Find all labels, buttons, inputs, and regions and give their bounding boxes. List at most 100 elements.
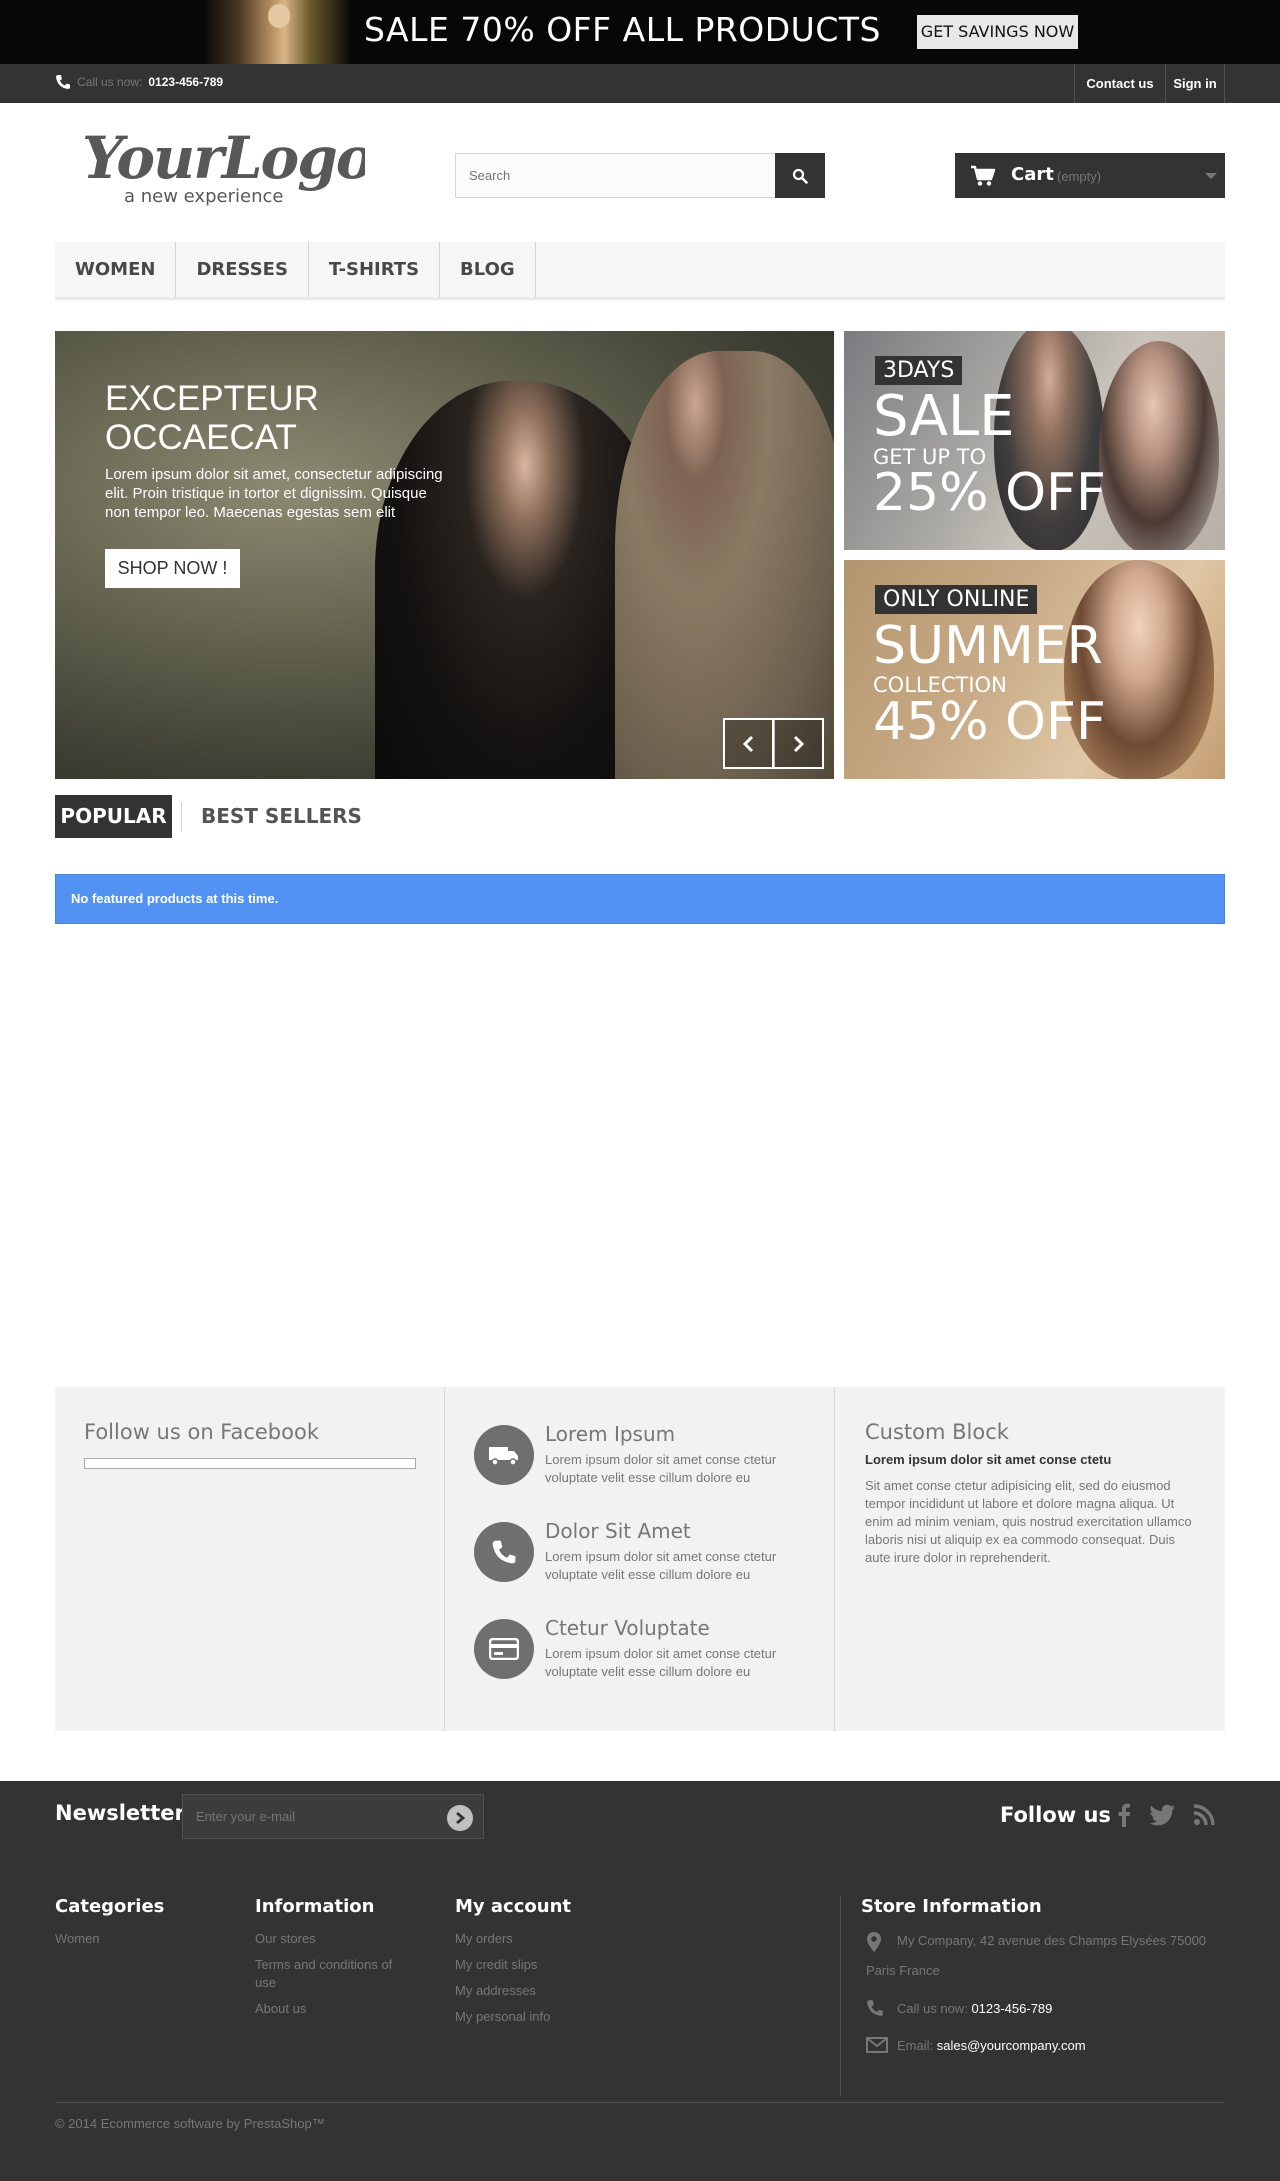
hero-model-man [615, 351, 834, 779]
search-icon [792, 168, 808, 184]
facebook-icon[interactable] [1110, 1801, 1138, 1829]
store-phone-row: Call us now: 0123-456-789 [897, 1994, 1052, 2024]
main-menu: WOMEN DRESSES T-SHIRTS BLOG [55, 242, 1225, 300]
follow-us-label: Follow us [1000, 1803, 1111, 1827]
phone-icon [56, 75, 70, 89]
store-email-row: Email: sales@yourcompany.com [897, 2031, 1086, 2061]
envelope-icon [866, 2037, 888, 2053]
call-us-info: Call us now: 0123-456-789 [55, 74, 223, 90]
footer-link-personal-info[interactable]: My personal info [455, 2008, 550, 2026]
promo-3days-sale[interactable]: 3DAYS SALE GET UP TO 25% OFF [844, 331, 1225, 550]
twitter-icon[interactable] [1149, 1801, 1177, 1829]
store-call-label: Call us now: [897, 2001, 968, 2016]
promo-summer-text: SUMMER [873, 616, 1103, 676]
menu-item-dresses[interactable]: DRESSES [176, 242, 309, 297]
phone-number: 0123-456-789 [148, 75, 224, 89]
tab-best-sellers[interactable]: BEST SELLERS [201, 795, 362, 838]
newsletter-email-input[interactable] [183, 1795, 433, 1838]
shop-now-button[interactable]: SHOP NOW ! [105, 549, 240, 588]
cart-label: Cart [1011, 164, 1054, 185]
footer-link-our-stores[interactable]: Our stores [255, 1930, 316, 1948]
promo-model-woman [1099, 341, 1219, 550]
logo-tagline: a new experience [124, 186, 283, 207]
cart-button[interactable]: Cart (empty) [955, 153, 1225, 198]
menu-item-t-shirts[interactable]: T-SHIRTS [309, 242, 441, 297]
custom-block: Custom Block Lorem ipsum dolor sit amet … [835, 1387, 1225, 1731]
feature-text: Lorem ipsum dolor sit amet conse ctetur … [545, 1646, 777, 1679]
search-input[interactable] [456, 154, 776, 197]
feature-item: Dolor Sit Amet Lorem ipsum dolor sit ame… [474, 1519, 814, 1592]
get-savings-button[interactable]: GET SAVINGS NOW [917, 15, 1078, 49]
contact-us-link[interactable]: Contact us [1074, 64, 1165, 103]
store-address: My Company, 42 avenue des Champs Elysées… [866, 1933, 1207, 1978]
store-email-link[interactable]: sales@yourcompany.com [937, 2038, 1086, 2053]
information-heading: Information [255, 1896, 375, 1917]
phone-icon [867, 2000, 883, 2016]
no-products-alert: No featured products at this time. [55, 874, 1225, 924]
custom-block-text: Sit amet conse ctetur adipisicing elit, … [865, 1478, 1192, 1565]
features-block: Lorem Ipsum Lorem ipsum dolor sit amet c… [445, 1387, 835, 1731]
my-account-heading: My account [455, 1896, 571, 1917]
footer-divider [55, 2102, 1225, 2103]
menu-item-blog[interactable]: BLOG [440, 242, 536, 297]
rss-icon[interactable] [1190, 1801, 1218, 1829]
facebook-title: Follow us on Facebook [84, 1420, 319, 1444]
cart-icon [971, 165, 996, 186]
chevron-down-icon [1205, 173, 1217, 179]
tab-divider [181, 802, 182, 832]
promo-25-off: 25% OFF [873, 463, 1106, 523]
custom-block-subtitle: Lorem ipsum dolor sit amet conse ctetu [865, 1452, 1112, 1467]
newsletter-form [182, 1794, 484, 1839]
store-logo[interactable]: YourLogo a new experience [80, 122, 375, 212]
feature-text: Lorem ipsum dolor sit amet conse ctetur … [545, 1549, 777, 1582]
slider-prev-button[interactable] [723, 718, 775, 769]
store-phone: 0123-456-789 [971, 2001, 1053, 2016]
banner-headline: SALE 70% OFF ALL PRODUCTS [364, 10, 881, 49]
facebook-widget[interactable] [84, 1458, 416, 1469]
sign-in-link[interactable]: Sign in [1165, 64, 1225, 103]
feature-item: Ctetur Voluptate Lorem ipsum dolor sit a… [474, 1616, 814, 1689]
tab-popular[interactable]: POPULAR [55, 795, 172, 838]
newsletter-label: Newsletter [55, 1801, 185, 1825]
search-button[interactable] [775, 153, 825, 198]
footer-link-credit-slips[interactable]: My credit slips [455, 1956, 537, 1974]
logo-image: YourLogo a new experience [82, 124, 375, 207]
footer-link-women[interactable]: Women [55, 1930, 100, 1948]
logo-wordmark: YourLogo [82, 124, 365, 192]
custom-block-title: Custom Block [865, 1420, 1009, 1444]
search-box [455, 153, 825, 198]
call-us-label: Call us now: [77, 75, 143, 89]
chevron-left-icon [742, 735, 754, 752]
footer-link-terms[interactable]: Terms and conditions of use [255, 1956, 415, 1992]
menu-item-women[interactable]: WOMEN [55, 242, 177, 297]
store-information-heading: Store Information [861, 1896, 1042, 1917]
feature-title: Lorem Ipsum [545, 1422, 676, 1446]
slider-next-button[interactable] [772, 718, 824, 769]
promo-tag-only-online: ONLY ONLINE [875, 585, 1038, 614]
copyright-text[interactable]: © 2014 Ecommerce software by PrestaShop™ [55, 2116, 325, 2131]
promo-45-off: 45% OFF [873, 692, 1106, 752]
footer-info-blocks: Follow us on Facebook Lorem Ipsum Lorem … [55, 1387, 1225, 1731]
top-nav-bar: Call us now: 0123-456-789 Contact us Sig… [0, 64, 1280, 103]
store-email-label: Email: [897, 2038, 934, 2053]
newsletter-submit-button[interactable] [447, 1805, 473, 1831]
hero-title: EXCEPTEUR OCCAECAT [105, 379, 319, 457]
promo-summer-collection[interactable]: ONLY ONLINE SUMMER COLLECTION 45% OFF [844, 560, 1225, 779]
feature-title: Dolor Sit Amet [545, 1519, 691, 1543]
promo-banner[interactable]: SALE 70% OFF ALL PRODUCTS GET SAVINGS NO… [0, 0, 1280, 64]
promo-tag-3days: 3DAYS [875, 356, 963, 385]
facebook-block: Follow us on Facebook [55, 1387, 445, 1731]
footer-link-about-us[interactable]: About us [255, 2000, 306, 2018]
hero-description: Lorem ipsum dolor sit amet, consectetur … [105, 466, 443, 521]
chevron-right-icon [456, 1811, 466, 1825]
categories-heading: Categories [55, 1896, 165, 1917]
cart-status: (empty) [1057, 169, 1102, 184]
phone-icon [474, 1522, 534, 1582]
banner-model-image [202, 0, 352, 64]
footer-link-my-orders[interactable]: My orders [455, 1930, 513, 1948]
truck-icon [474, 1425, 534, 1485]
footer-link-addresses[interactable]: My addresses [455, 1982, 536, 2000]
credit-card-icon [474, 1619, 534, 1679]
chevron-right-icon [793, 735, 805, 752]
hero-slider[interactable]: EXCEPTEUR OCCAECAT Lorem ipsum dolor sit… [55, 331, 834, 779]
